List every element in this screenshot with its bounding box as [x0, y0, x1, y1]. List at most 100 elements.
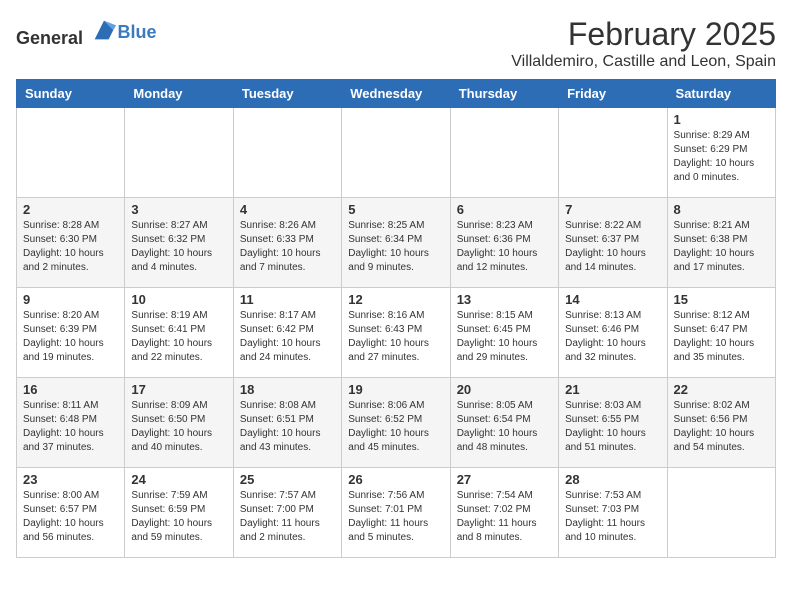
weekday-header-saturday: Saturday [667, 80, 775, 108]
calendar-cell: 6Sunrise: 8:23 AM Sunset: 6:36 PM Daylig… [450, 198, 558, 288]
day-info: Sunrise: 8:03 AM Sunset: 6:55 PM Dayligh… [565, 399, 660, 455]
calendar-cell: 27Sunrise: 7:54 AM Sunset: 7:02 PM Dayli… [450, 468, 558, 558]
calendar-cell: 14Sunrise: 8:13 AM Sunset: 6:46 PM Dayli… [559, 288, 667, 378]
day-number: 4 [240, 202, 335, 217]
calendar-week-row: 9 Sunrise: 8:20 AM Sunset: 6:39 PM Daylig… [17, 288, 776, 378]
weekday-header-friday: Friday [559, 80, 667, 108]
calendar-cell [667, 468, 775, 558]
day-number: 3 [131, 202, 226, 217]
calendar-cell: 2 Sunrise: 8:28 AM Sunset: 6:30 PM Daylig… [17, 198, 125, 288]
calendar-cell: 10 Sunrise: 8:19 AM Sunset: 6:41 PM Dayli… [125, 288, 233, 378]
day-number: 13 [457, 292, 552, 307]
day-number: 12 [348, 292, 443, 307]
day-info: Sunrise: 7:54 AM Sunset: 7:02 PM Dayligh… [457, 489, 552, 545]
logo-text-blue: Blue [118, 22, 157, 42]
day-number: 19 [348, 382, 443, 397]
calendar-cell: 21 Sunrise: 8:03 AM Sunset: 6:55 PM Dayli… [559, 378, 667, 468]
day-number: 21 [565, 382, 660, 397]
day-info: Sunrise: 8:13 AM Sunset: 6:46 PM Dayligh… [565, 309, 660, 365]
calendar-week-row: 23 Sunrise: 8:00 AM Sunset: 6:57 PM Dayli… [17, 468, 776, 558]
day-number: 10 [131, 292, 226, 307]
day-number: 24 [131, 472, 226, 487]
day-info: Sunrise: 8:22 AM Sunset: 6:37 PM Dayligh… [565, 219, 660, 275]
day-info: Sunrise: 8:19 AM Sunset: 6:41 PM Dayligh… [131, 309, 226, 365]
calendar-table: SundayMondayTuesdayWednesdayThursdayFrid… [16, 79, 776, 558]
day-info: Sunrise: 8:11 AM Sunset: 6:48 PM Dayligh… [23, 399, 118, 455]
calendar-subtitle: Villaldemiro, Castille and Leon, Spain [511, 53, 776, 71]
title-area: February 2025 Villaldemiro, Castille and… [511, 16, 776, 71]
calendar-cell: 3Sunrise: 8:27 AM Sunset: 6:32 PM Daylig… [125, 198, 233, 288]
weekday-header-sunday: Sunday [17, 80, 125, 108]
day-info: Sunrise: 8:21 AM Sunset: 6:38 PM Dayligh… [674, 219, 769, 275]
calendar-cell: 28 Sunrise: 7:53 AM Sunset: 7:03 PM Dayli… [559, 468, 667, 558]
calendar-cell [233, 108, 341, 198]
day-info: Sunrise: 7:59 AM Sunset: 6:59 PM Dayligh… [131, 489, 226, 545]
calendar-cell: 5 Sunrise: 8:25 AM Sunset: 6:34 PM Daylig… [342, 198, 450, 288]
calendar-cell: 18 Sunrise: 8:08 AM Sunset: 6:51 PM Dayli… [233, 378, 341, 468]
calendar-cell: 8 Sunrise: 8:21 AM Sunset: 6:38 PM Daylig… [667, 198, 775, 288]
calendar-cell: 7 Sunrise: 8:22 AM Sunset: 6:37 PM Daylig… [559, 198, 667, 288]
day-number: 2 [23, 202, 118, 217]
day-info: Sunrise: 8:25 AM Sunset: 6:34 PM Dayligh… [348, 219, 443, 275]
day-number: 23 [23, 472, 118, 487]
calendar-cell [17, 108, 125, 198]
calendar-cell: 25Sunrise: 7:57 AM Sunset: 7:00 PM Dayli… [233, 468, 341, 558]
day-number: 16 [23, 382, 118, 397]
weekday-header-monday: Monday [125, 80, 233, 108]
day-number: 18 [240, 382, 335, 397]
calendar-week-row: 16 Sunrise: 8:11 AM Sunset: 6:48 PM Dayli… [17, 378, 776, 468]
calendar-cell: 22Sunrise: 8:02 AM Sunset: 6:56 PM Dayli… [667, 378, 775, 468]
day-info: Sunrise: 7:57 AM Sunset: 7:00 PM Dayligh… [240, 489, 335, 545]
calendar-week-row: 1 Sunrise: 8:29 AM Sunset: 6:29 PM Daylig… [17, 108, 776, 198]
day-number: 15 [674, 292, 769, 307]
page-header: General Blue February 2025 Villaldemiro,… [16, 16, 776, 71]
weekday-header-row: SundayMondayTuesdayWednesdayThursdayFrid… [17, 80, 776, 108]
day-info: Sunrise: 8:29 AM Sunset: 6:29 PM Dayligh… [674, 129, 769, 185]
day-number: 9 [23, 292, 118, 307]
calendar-cell: 1 Sunrise: 8:29 AM Sunset: 6:29 PM Daylig… [667, 108, 775, 198]
calendar-cell: 11Sunrise: 8:17 AM Sunset: 6:42 PM Dayli… [233, 288, 341, 378]
calendar-cell: 15 Sunrise: 8:12 AM Sunset: 6:47 PM Dayli… [667, 288, 775, 378]
day-number: 5 [348, 202, 443, 217]
calendar-cell [559, 108, 667, 198]
day-info: Sunrise: 8:20 AM Sunset: 6:39 PM Dayligh… [23, 309, 118, 365]
day-info: Sunrise: 8:00 AM Sunset: 6:57 PM Dayligh… [23, 489, 118, 545]
calendar-cell: 20 Sunrise: 8:05 AM Sunset: 6:54 PM Dayli… [450, 378, 558, 468]
calendar-cell: 9 Sunrise: 8:20 AM Sunset: 6:39 PM Daylig… [17, 288, 125, 378]
day-number: 17 [131, 382, 226, 397]
calendar-cell: 17 Sunrise: 8:09 AM Sunset: 6:50 PM Dayli… [125, 378, 233, 468]
day-number: 11 [240, 292, 335, 307]
day-number: 6 [457, 202, 552, 217]
logo-icon [90, 16, 118, 44]
calendar-cell: 23 Sunrise: 8:00 AM Sunset: 6:57 PM Dayli… [17, 468, 125, 558]
day-info: Sunrise: 8:05 AM Sunset: 6:54 PM Dayligh… [457, 399, 552, 455]
day-info: Sunrise: 8:12 AM Sunset: 6:47 PM Dayligh… [674, 309, 769, 365]
calendar-cell: 26Sunrise: 7:56 AM Sunset: 7:01 PM Dayli… [342, 468, 450, 558]
day-number: 28 [565, 472, 660, 487]
day-number: 1 [674, 112, 769, 127]
logo: General Blue [16, 16, 157, 49]
day-info: Sunrise: 8:02 AM Sunset: 6:56 PM Dayligh… [674, 399, 769, 455]
weekday-header-wednesday: Wednesday [342, 80, 450, 108]
calendar-week-row: 2 Sunrise: 8:28 AM Sunset: 6:30 PM Daylig… [17, 198, 776, 288]
day-info: Sunrise: 8:28 AM Sunset: 6:30 PM Dayligh… [23, 219, 118, 275]
calendar-cell [125, 108, 233, 198]
day-info: Sunrise: 8:08 AM Sunset: 6:51 PM Dayligh… [240, 399, 335, 455]
calendar-title: February 2025 [511, 16, 776, 53]
day-number: 7 [565, 202, 660, 217]
calendar-cell: 19Sunrise: 8:06 AM Sunset: 6:52 PM Dayli… [342, 378, 450, 468]
day-info: Sunrise: 8:09 AM Sunset: 6:50 PM Dayligh… [131, 399, 226, 455]
calendar-cell [450, 108, 558, 198]
logo-text-general: General [16, 28, 83, 48]
calendar-cell: 16 Sunrise: 8:11 AM Sunset: 6:48 PM Dayli… [17, 378, 125, 468]
weekday-header-thursday: Thursday [450, 80, 558, 108]
weekday-header-tuesday: Tuesday [233, 80, 341, 108]
day-number: 20 [457, 382, 552, 397]
day-info: Sunrise: 8:15 AM Sunset: 6:45 PM Dayligh… [457, 309, 552, 365]
day-number: 26 [348, 472, 443, 487]
calendar-cell: 12Sunrise: 8:16 AM Sunset: 6:43 PM Dayli… [342, 288, 450, 378]
day-info: Sunrise: 7:53 AM Sunset: 7:03 PM Dayligh… [565, 489, 660, 545]
calendar-cell: 4Sunrise: 8:26 AM Sunset: 6:33 PM Daylig… [233, 198, 341, 288]
day-number: 8 [674, 202, 769, 217]
calendar-cell: 24 Sunrise: 7:59 AM Sunset: 6:59 PM Dayli… [125, 468, 233, 558]
